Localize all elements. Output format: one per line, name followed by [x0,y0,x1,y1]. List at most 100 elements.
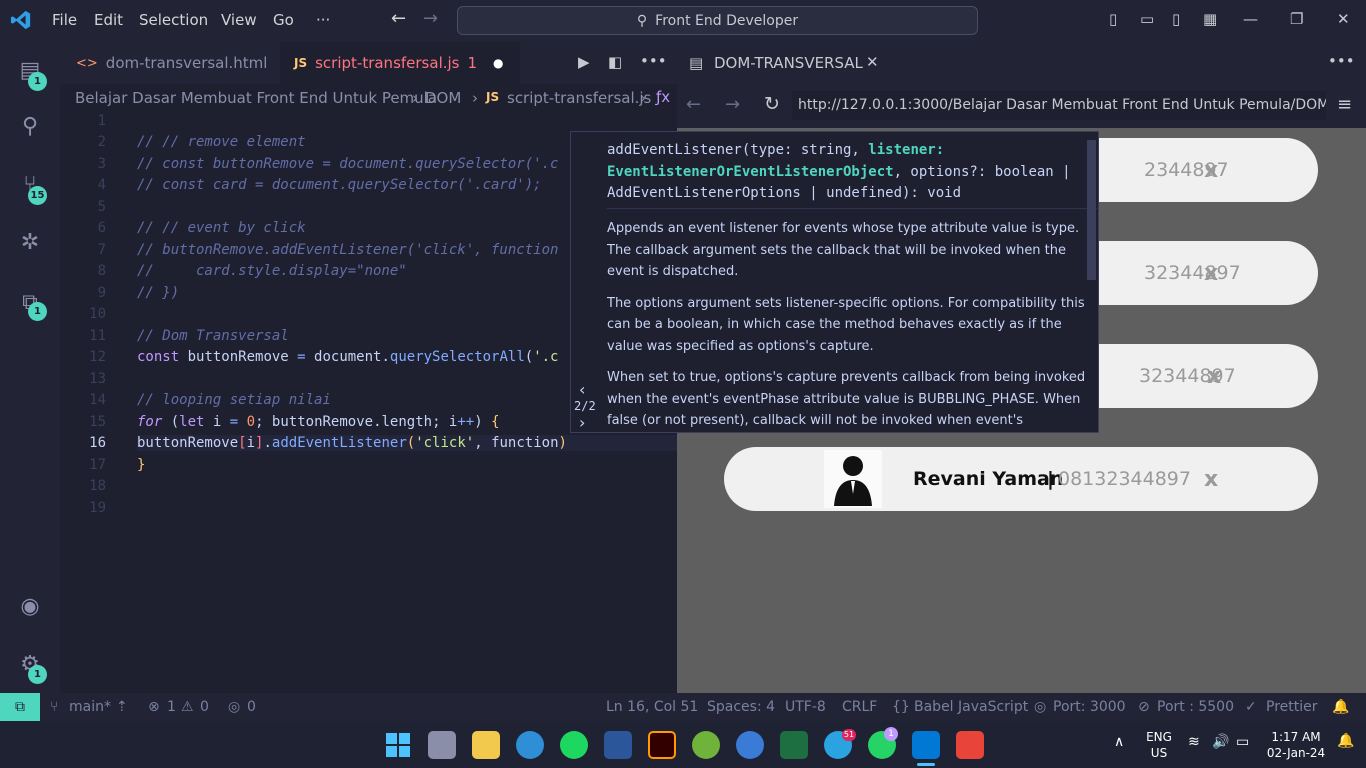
function-icon[interactable]: ƒx [656,88,670,106]
vscode-taskbar-icon[interactable] [912,731,940,759]
remove-button[interactable]: x [1204,158,1218,183]
menu-edit[interactable]: Edit [94,11,123,29]
contact-separator: | [1047,468,1054,490]
line-number: 4 [97,177,106,193]
split-editor-icon[interactable]: ◧ [608,53,622,71]
live-server-port[interactable]: Port: 3000 [1053,699,1126,715]
restore-icon[interactable]: ❐ [1290,10,1303,28]
spotify-icon[interactable] [560,731,588,759]
minimize-icon[interactable]: — [1243,10,1258,28]
wifi-icon[interactable]: ≋ [1188,734,1200,750]
breadcrumb-folder[interactable]: Belajar Dasar Membuat Front End Untuk Pe… [75,89,437,107]
close-tab-icon[interactable]: ✕ [866,53,879,71]
forward-arrow-icon[interactable]: → [423,8,438,29]
js-file-icon: JS [486,90,500,104]
toggle-primary-sidebar-icon[interactable]: ▯ [1109,10,1117,28]
ports-count[interactable]: 0 [247,699,256,715]
line-number: 6 [97,220,106,236]
task-view-icon[interactable] [428,731,456,759]
language-region[interactable]: US [1141,746,1177,760]
language-code[interactable]: ENG [1141,730,1177,744]
clock-date[interactable]: 02-Jan-24 [1266,746,1326,760]
unsaved-dot-icon[interactable]: ● [493,56,503,70]
back-arrow-icon[interactable]: ← [391,8,406,29]
prettier[interactable]: Prettier [1266,699,1318,715]
scrollbar-thumb[interactable] [1087,140,1096,280]
line-number: 10 [89,306,106,322]
run-play-icon[interactable]: ▶ [578,53,590,71]
file-explorer-icon[interactable] [472,731,500,759]
breadcrumb-dom[interactable]: DOM [425,89,461,107]
remote-indicator-icon[interactable]: ⧉ [0,693,40,721]
browser-menu-icon[interactable]: ≡ [1337,94,1352,115]
menu-selection[interactable]: Selection [139,11,208,29]
account-icon[interactable]: ◉ [14,590,46,622]
menu-file[interactable]: File [52,11,77,29]
customize-layout-icon[interactable]: ▦ [1203,10,1217,28]
volume-icon[interactable]: 🔊 [1212,734,1229,750]
toggle-panel-icon[interactable]: ▭ [1140,10,1154,28]
line-number: 2 [97,134,106,150]
code-line-current: buttonRemove[i].addEventListener('click'… [137,435,677,451]
publish-icon[interactable]: ⇡ [116,699,128,715]
run-debug-icon[interactable]: ✲ [14,226,46,258]
encoding[interactable]: UTF-8 [785,699,826,715]
chevron-down-icon[interactable]: › [579,413,585,432]
search-icon[interactable]: ⚲ [14,110,46,142]
browser-forward-icon[interactable]: → [725,94,740,115]
edge-browser-icon[interactable] [516,731,544,759]
windows-start-icon[interactable] [384,731,412,759]
live-server-port-2[interactable]: Port : 5500 [1157,699,1234,715]
tab-script-transfersal-js[interactable]: JS script-transfersal.js 1 ● [280,42,520,84]
breadcrumb-sep-icon: › [640,89,646,107]
error-count[interactable]: 1 [167,699,176,715]
line-number: 1 [97,113,106,129]
toggle-secondary-sidebar-icon[interactable]: ▯ [1172,10,1180,28]
more-actions-icon[interactable]: ••• [640,52,667,70]
tab-label: dom-transversal.html [105,54,268,72]
indentation[interactable]: Spaces: 4 [707,699,775,715]
line-number: 15 [89,414,106,430]
battery-icon[interactable]: ▭ [1236,734,1249,750]
browser-tab-icon: ▤ [689,54,704,72]
illustrator-icon[interactable] [648,731,676,759]
notification-bell-icon[interactable]: 🔔 [1332,699,1349,715]
magnifier-app-icon[interactable] [736,731,764,759]
browser-back-icon[interactable]: ← [686,94,701,115]
avatar [824,450,882,508]
remove-button[interactable]: x [1207,364,1221,389]
chevron-up-icon[interactable]: ∧ [1114,734,1124,750]
menu-more[interactable]: ··· [316,11,330,29]
contact-phone: 32344897 [1144,262,1241,284]
menu-go[interactable]: Go [273,11,294,29]
qgis-icon[interactable] [692,731,720,759]
notifications-icon[interactable]: 🔔 [1337,733,1354,749]
language-mode[interactable]: Babel JavaScript [914,699,1028,715]
reload-icon[interactable]: ↻ [764,93,780,115]
remove-button[interactable]: x [1204,261,1218,286]
warning-count[interactable]: 0 [200,699,209,715]
signature: addEventListener(type: string, listener:… [607,140,1092,205]
excel-icon[interactable] [780,731,808,759]
doc-paragraph: The options argument sets listener-speci… [607,295,1085,354]
tab-dom-transversal-html[interactable]: <> dom-transversal.html [62,42,281,84]
breadcrumb-file[interactable]: script-transfersal.js [507,89,651,107]
end-of-line[interactable]: CRLF [842,699,877,715]
code-line: // const buttonRemove = document.querySe… [137,156,559,172]
cursor-position[interactable]: Ln 16, Col 51 [606,699,698,715]
app-icon[interactable] [956,731,984,759]
chevron-up-icon[interactable]: ‹ [579,380,585,399]
remove-button[interactable]: x [1204,467,1218,492]
browser-tab-label[interactable]: DOM-TRANSVERSAL [714,54,863,72]
url-bar[interactable]: http://127.0.0.1:3000/Belajar Dasar Memb… [792,91,1326,120]
command-center-search[interactable]: ⚲ Front End Developer [457,6,978,35]
close-icon[interactable]: ✕ [1337,10,1350,28]
clock-time[interactable]: 1:17 AM [1266,730,1326,744]
code-line: // looping setiap nilai [137,392,331,408]
word-icon[interactable] [604,731,632,759]
menu-view[interactable]: View [221,11,257,29]
breadcrumb-sep-icon: › [412,89,418,107]
branch-name[interactable]: main* [69,699,111,715]
documentation: Appends an event listener for events who… [607,218,1089,432]
more-actions-icon[interactable]: ••• [1328,52,1355,70]
